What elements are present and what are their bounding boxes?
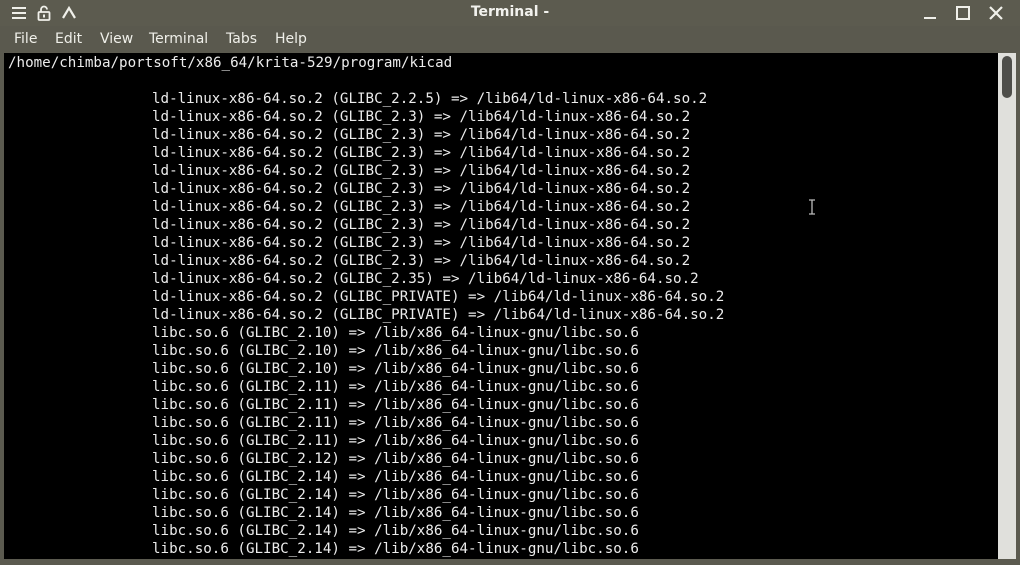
scroll-thumb[interactable] xyxy=(1002,56,1012,98)
terminal-line: ld-linux-x86-64.so.2 (GLIBC_2.3) => /lib… xyxy=(152,109,691,125)
window-title: Terminal - xyxy=(470,4,550,20)
terminal-line: ld-linux-x86-64.so.2 (GLIBC_2.3) => /lib… xyxy=(152,235,691,251)
terminal-line: ld-linux-x86-64.so.2 (GLIBC_2.3) => /lib… xyxy=(152,181,691,197)
menu-view[interactable]: View xyxy=(100,30,133,48)
terminal-line: libc.so.6 (GLIBC_2.10) => /lib/x86_64-li… xyxy=(152,343,639,359)
terminal-output[interactable]: /home/chimba/portsoft/x86_64/krita-529/p… xyxy=(4,53,998,559)
menu-tabs[interactable]: Tabs xyxy=(226,30,257,48)
menu-help[interactable]: Help xyxy=(275,30,307,48)
menu-file[interactable]: File xyxy=(14,30,37,48)
close-icon[interactable] xyxy=(985,3,1007,23)
terminal-line: ld-linux-x86-64.so.2 (GLIBC_2.3) => /lib… xyxy=(152,145,691,161)
terminal-line: libc.so.6 (GLIBC_2.14) => /lib/x86_64-li… xyxy=(152,523,639,539)
terminal-window: Terminal - File Edit View Terminal Tabs … xyxy=(0,0,1020,565)
vertical-scrollbar[interactable] xyxy=(998,53,1016,559)
terminal-line: ld-linux-x86-64.so.2 (GLIBC_2.2.5) => /l… xyxy=(152,91,708,107)
terminal-line: libc.so.6 (GLIBC_2.12) => /lib/x86_64-li… xyxy=(152,451,639,467)
terminal-line: ld-linux-x86-64.so.2 (GLIBC_PRIVATE) => … xyxy=(152,307,725,323)
terminal-line: ld-linux-x86-64.so.2 (GLIBC_2.3) => /lib… xyxy=(152,163,691,179)
terminal-line: libc.so.6 (GLIBC_2.10) => /lib/x86_64-li… xyxy=(152,325,639,341)
terminal-line: libc.so.6 (GLIBC_2.11) => /lib/x86_64-li… xyxy=(152,415,639,431)
terminal-line: libc.so.6 (GLIBC_2.10) => /lib/x86_64-li… xyxy=(152,361,639,377)
menu-bar: File Edit View Terminal Tabs Help xyxy=(0,26,1020,52)
terminal-line: ld-linux-x86-64.so.2 (GLIBC_2.3) => /lib… xyxy=(152,199,691,215)
menu-edit[interactable]: Edit xyxy=(55,30,82,48)
menu-terminal[interactable]: Terminal xyxy=(149,30,208,48)
maximize-icon[interactable] xyxy=(952,3,974,23)
terminal-line: ld-linux-x86-64.so.2 (GLIBC_PRIVATE) => … xyxy=(152,289,725,305)
terminal-line: libc.so.6 (GLIBC_2.11) => /lib/x86_64-li… xyxy=(152,397,639,413)
title-bar[interactable]: Terminal - xyxy=(0,0,1020,26)
terminal-line: libc.so.6 (GLIBC_2.14) => /lib/x86_64-li… xyxy=(152,487,639,503)
terminal-line: ld-linux-x86-64.so.2 (GLIBC_2.3) => /lib… xyxy=(152,127,691,143)
minimize-icon[interactable] xyxy=(919,3,941,23)
terminal-line: libc.so.6 (GLIBC_2.11) => /lib/x86_64-li… xyxy=(152,379,639,395)
terminal-line: ld-linux-x86-64.so.2 (GLIBC_2.3) => /lib… xyxy=(152,253,691,269)
terminal-line: libc.so.6 (GLIBC_2.14) => /lib/x86_64-li… xyxy=(152,541,639,557)
terminal-line: ld-linux-x86-64.so.2 (GLIBC_2.35) => /li… xyxy=(152,271,699,287)
terminal-line: libc.so.6 (GLIBC_2.14) => /lib/x86_64-li… xyxy=(152,505,639,521)
text-cursor-icon xyxy=(809,199,815,215)
terminal-line: libc.so.6 (GLIBC_2.11) => /lib/x86_64-li… xyxy=(152,433,639,449)
path-line: /home/chimba/portsoft/x86_64/krita-529/p… xyxy=(8,55,453,71)
terminal-line: libc.so.6 (GLIBC_2.14) => /lib/x86_64-li… xyxy=(152,469,639,485)
terminal-line: ld-linux-x86-64.so.2 (GLIBC_2.3) => /lib… xyxy=(152,217,691,233)
